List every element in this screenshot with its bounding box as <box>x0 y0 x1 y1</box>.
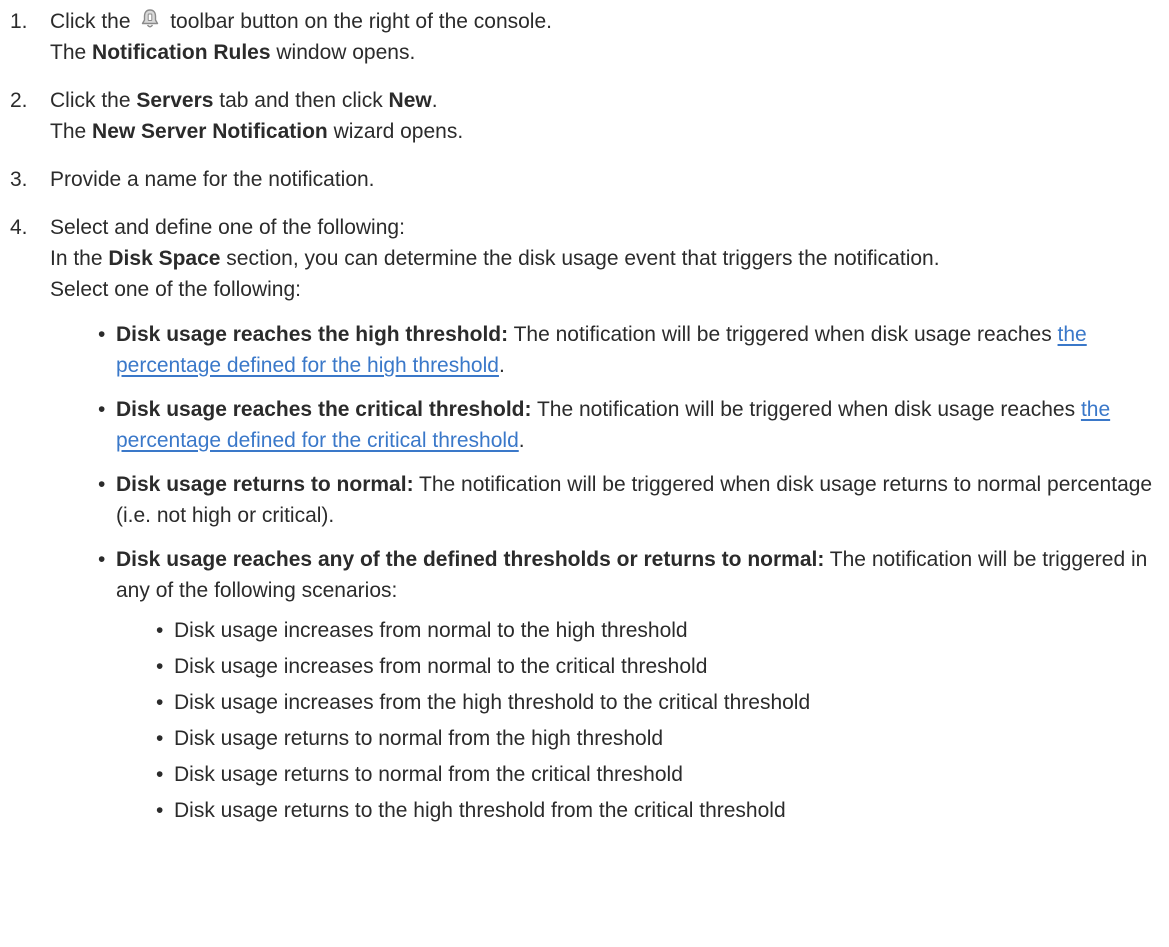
option-text: . <box>498 354 505 377</box>
step-text: tab and then click <box>213 89 389 112</box>
step-result: The New Server Notification wizard opens… <box>50 116 1169 147</box>
step-instruction: Select and define one of the following: <box>50 216 405 239</box>
step-result: The Notification Rules window opens. <box>50 37 1169 68</box>
list-item: Disk usage reaches the critical threshol… <box>98 394 1169 456</box>
step-3: 3. Provide a name for the notification. <box>0 164 1169 195</box>
result-text: window opens. <box>270 41 416 64</box>
step-text: . <box>431 89 438 112</box>
result-text: wizard opens. <box>327 120 464 143</box>
scenario-item: Disk usage increases from the high thres… <box>156 687 1169 718</box>
step-instruction: Click the toolbar button on the right of… <box>50 6 1169 37</box>
result-text: The <box>50 41 93 64</box>
step-2: 2. Click the Servers tab and then click … <box>0 85 1169 147</box>
bell-icon <box>142 9 159 28</box>
ui-term-new-server-notification: New Server Notification <box>92 120 328 143</box>
step-number: 3. <box>10 168 28 191</box>
list-item: Disk usage returns to normal: The notifi… <box>98 469 1169 531</box>
scenario-item: Disk usage increases from normal to the … <box>156 651 1169 682</box>
step-number: 4. <box>10 216 28 239</box>
step-text: Click the <box>50 89 137 112</box>
option-title: Disk usage reaches any of the defined th… <box>116 548 825 571</box>
paragraph-text: section, you can determine the disk usag… <box>220 247 940 270</box>
step-text: Click the <box>50 10 131 33</box>
step-instruction: Click the Servers tab and then click New… <box>50 85 1169 116</box>
option-title: Disk usage reaches the critical threshol… <box>116 398 532 421</box>
document: 1. Click the toolbar button on the right… <box>0 0 1169 826</box>
ui-term-notification-rules: Notification Rules <box>92 41 271 64</box>
ui-term-servers: Servers <box>136 89 214 112</box>
paragraph-text: In the <box>50 247 109 270</box>
step-instruction: Provide a name for the notification. <box>50 168 375 191</box>
list-item: Disk usage reaches the high threshold: T… <box>98 319 1169 381</box>
scenario-item: Disk usage increases from normal to the … <box>156 615 1169 646</box>
step-number: 1. <box>10 10 28 33</box>
step-1: 1. Click the toolbar button on the right… <box>0 6 1169 68</box>
ui-term-disk-space: Disk Space <box>108 247 221 270</box>
scenario-item: Disk usage returns to the high threshold… <box>156 795 1169 826</box>
scenario-list: Disk usage increases from normal to the … <box>116 615 1169 826</box>
option-text: . <box>518 429 525 452</box>
scenario-item: Disk usage returns to normal from the cr… <box>156 759 1169 790</box>
step-text: toolbar button on the right of the conso… <box>170 10 552 33</box>
option-text: The notification will be triggered when … <box>531 398 1081 421</box>
option-title: Disk usage reaches the high threshold: <box>116 323 509 346</box>
option-list: Disk usage reaches the high threshold: T… <box>50 319 1169 826</box>
option-text: The notification will be triggered when … <box>508 323 1058 346</box>
result-text: The <box>50 120 93 143</box>
step-paragraph: In the Disk Space section, you can deter… <box>50 243 1169 274</box>
option-title: Disk usage returns to normal: <box>116 473 414 496</box>
ui-term-new: New <box>388 89 432 112</box>
scenario-item: Disk usage returns to normal from the hi… <box>156 723 1169 754</box>
select-instruction: Select one of the following: <box>50 278 301 301</box>
step-number: 2. <box>10 89 28 112</box>
step-4: 4. Select and define one of the followin… <box>0 212 1169 826</box>
list-item: Disk usage reaches any of the defined th… <box>98 544 1169 826</box>
